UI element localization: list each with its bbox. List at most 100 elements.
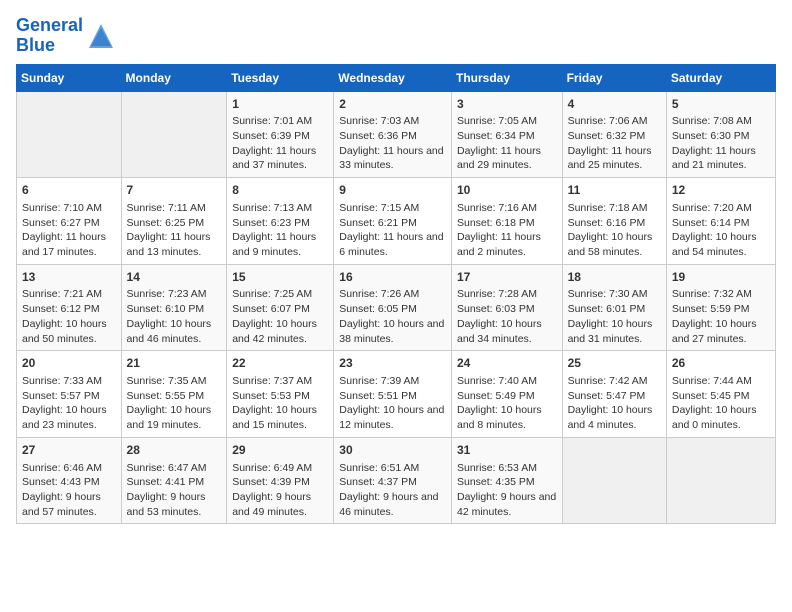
day-info: Sunset: 6:32 PM (568, 129, 661, 144)
day-info: Daylight: 11 hours and 13 minutes. (127, 230, 222, 259)
calendar-header: SundayMondayTuesdayWednesdayThursdayFrid… (17, 64, 776, 91)
calendar-cell: 18Sunrise: 7:30 AMSunset: 6:01 PMDayligh… (562, 264, 666, 351)
day-info: Daylight: 10 hours and 46 minutes. (127, 317, 222, 346)
day-info: Sunset: 6:30 PM (672, 129, 770, 144)
day-info: Daylight: 10 hours and 23 minutes. (22, 403, 116, 432)
day-info: Sunrise: 7:35 AM (127, 374, 222, 389)
logo-general: General (16, 15, 83, 35)
calendar-cell: 11Sunrise: 7:18 AMSunset: 6:16 PMDayligh… (562, 178, 666, 265)
day-info: Daylight: 10 hours and 50 minutes. (22, 317, 116, 346)
page-header: General Blue (16, 16, 776, 56)
day-number: 2 (339, 96, 446, 113)
day-info: Sunset: 6:36 PM (339, 129, 446, 144)
day-number: 20 (22, 355, 116, 372)
day-info: Sunrise: 7:05 AM (457, 114, 557, 129)
day-info: Sunset: 6:14 PM (672, 216, 770, 231)
day-number: 14 (127, 269, 222, 286)
day-info: Sunrise: 7:42 AM (568, 374, 661, 389)
weekday-header-saturday: Saturday (666, 64, 775, 91)
day-info: Sunrise: 7:18 AM (568, 201, 661, 216)
day-info: Sunset: 6:10 PM (127, 302, 222, 317)
day-number: 9 (339, 182, 446, 199)
day-info: Sunrise: 7:44 AM (672, 374, 770, 389)
day-info: Sunrise: 7:30 AM (568, 287, 661, 302)
calendar-cell: 21Sunrise: 7:35 AMSunset: 5:55 PMDayligh… (121, 351, 227, 438)
day-info: Sunrise: 7:25 AM (232, 287, 328, 302)
day-number: 22 (232, 355, 328, 372)
day-info: Sunset: 5:47 PM (568, 389, 661, 404)
day-info: Sunrise: 7:21 AM (22, 287, 116, 302)
day-info: Sunset: 6:12 PM (22, 302, 116, 317)
day-info: Sunset: 6:39 PM (232, 129, 328, 144)
day-info: Sunset: 6:07 PM (232, 302, 328, 317)
day-info: Sunrise: 7:08 AM (672, 114, 770, 129)
day-info: Sunset: 6:23 PM (232, 216, 328, 231)
logo: General Blue (16, 16, 115, 56)
weekday-header-friday: Friday (562, 64, 666, 91)
calendar-cell: 14Sunrise: 7:23 AMSunset: 6:10 PMDayligh… (121, 264, 227, 351)
weekday-header-wednesday: Wednesday (334, 64, 452, 91)
day-number: 23 (339, 355, 446, 372)
day-info: Sunset: 6:25 PM (127, 216, 222, 231)
calendar-cell: 15Sunrise: 7:25 AMSunset: 6:07 PMDayligh… (227, 264, 334, 351)
day-info: Sunset: 4:37 PM (339, 475, 446, 490)
weekday-header-sunday: Sunday (17, 64, 122, 91)
day-info: Daylight: 10 hours and 15 minutes. (232, 403, 328, 432)
day-info: Daylight: 10 hours and 58 minutes. (568, 230, 661, 259)
day-info: Sunrise: 7:13 AM (232, 201, 328, 216)
day-info: Sunrise: 6:46 AM (22, 461, 116, 476)
calendar-cell: 12Sunrise: 7:20 AMSunset: 6:14 PMDayligh… (666, 178, 775, 265)
day-number: 13 (22, 269, 116, 286)
day-info: Sunset: 5:59 PM (672, 302, 770, 317)
day-info: Sunset: 4:39 PM (232, 475, 328, 490)
day-info: Sunrise: 7:15 AM (339, 201, 446, 216)
calendar-cell: 4Sunrise: 7:06 AMSunset: 6:32 PMDaylight… (562, 91, 666, 178)
weekday-header-monday: Monday (121, 64, 227, 91)
day-info: Daylight: 10 hours and 38 minutes. (339, 317, 446, 346)
calendar-cell: 25 Sunrise: 7:42 AMSunset: 5:47 PMDayligh… (562, 351, 666, 438)
calendar-cell: 20Sunrise: 7:33 AMSunset: 5:57 PMDayligh… (17, 351, 122, 438)
calendar-cell: 5Sunrise: 7:08 AMSunset: 6:30 PMDaylight… (666, 91, 775, 178)
day-info: Sunset: 4:35 PM (457, 475, 557, 490)
day-info: Daylight: 11 hours and 25 minutes. (568, 144, 661, 173)
calendar-cell: 29Sunrise: 6:49 AMSunset: 4:39 PMDayligh… (227, 437, 334, 524)
day-info: Daylight: 10 hours and 4 minutes. (568, 403, 661, 432)
calendar-week-3: 13Sunrise: 7:21 AMSunset: 6:12 PMDayligh… (17, 264, 776, 351)
calendar-cell: 3Sunrise: 7:05 AMSunset: 6:34 PMDaylight… (451, 91, 562, 178)
day-info: Sunrise: 7:39 AM (339, 374, 446, 389)
day-info: Daylight: 10 hours and 0 minutes. (672, 403, 770, 432)
calendar-cell: 17Sunrise: 7:28 AMSunset: 6:03 PMDayligh… (451, 264, 562, 351)
day-info: Sunrise: 6:49 AM (232, 461, 328, 476)
calendar-cell: 7Sunrise: 7:11 AMSunset: 6:25 PMDaylight… (121, 178, 227, 265)
day-info: Sunset: 5:53 PM (232, 389, 328, 404)
day-number: 3 (457, 96, 557, 113)
day-info: Daylight: 10 hours and 19 minutes. (127, 403, 222, 432)
day-number: 31 (457, 442, 557, 459)
day-number: 7 (127, 182, 222, 199)
calendar-cell: 6Sunrise: 7:10 AMSunset: 6:27 PMDaylight… (17, 178, 122, 265)
day-info: Sunset: 6:16 PM (568, 216, 661, 231)
day-info: Daylight: 11 hours and 33 minutes. (339, 144, 446, 173)
day-info: Sunrise: 7:33 AM (22, 374, 116, 389)
day-info: Daylight: 9 hours and 57 minutes. (22, 490, 116, 519)
calendar-cell: 8Sunrise: 7:13 AMSunset: 6:23 PMDaylight… (227, 178, 334, 265)
weekday-header-row: SundayMondayTuesdayWednesdayThursdayFrid… (17, 64, 776, 91)
day-info: Sunset: 6:27 PM (22, 216, 116, 231)
day-info: Daylight: 11 hours and 37 minutes. (232, 144, 328, 173)
calendar-week-1: 1Sunrise: 7:01 AMSunset: 6:39 PMDaylight… (17, 91, 776, 178)
calendar-week-2: 6Sunrise: 7:10 AMSunset: 6:27 PMDaylight… (17, 178, 776, 265)
day-info: Sunrise: 6:47 AM (127, 461, 222, 476)
day-info: Sunrise: 7:06 AM (568, 114, 661, 129)
calendar-body: 1Sunrise: 7:01 AMSunset: 6:39 PMDaylight… (17, 91, 776, 524)
calendar-cell: 13Sunrise: 7:21 AMSunset: 6:12 PMDayligh… (17, 264, 122, 351)
day-number: 24 (457, 355, 557, 372)
day-info: Sunrise: 7:01 AM (232, 114, 328, 129)
day-number: 25 (568, 355, 661, 372)
calendar-cell (562, 437, 666, 524)
calendar-cell: 26Sunrise: 7:44 AMSunset: 5:45 PMDayligh… (666, 351, 775, 438)
day-info: Sunset: 5:51 PM (339, 389, 446, 404)
day-info: Sunrise: 7:03 AM (339, 114, 446, 129)
day-number: 5 (672, 96, 770, 113)
day-info: Sunset: 6:03 PM (457, 302, 557, 317)
calendar-cell: 16Sunrise: 7:26 AMSunset: 6:05 PMDayligh… (334, 264, 452, 351)
